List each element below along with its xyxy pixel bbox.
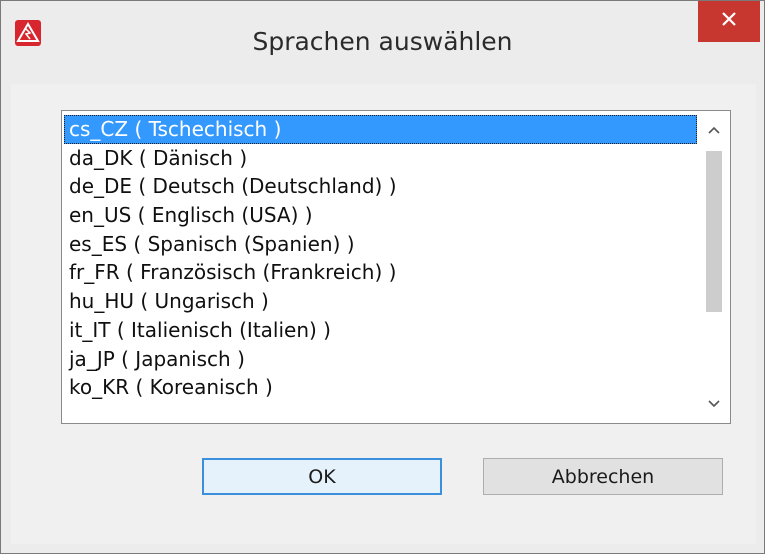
list-item[interactable]: it_IT ( Italienisch (Italien) ) xyxy=(64,316,697,345)
scroll-thumb[interactable] xyxy=(706,151,722,312)
chevron-down-icon xyxy=(707,395,720,413)
chevron-up-icon xyxy=(707,121,720,139)
list-item[interactable]: hu_HU ( Ungarisch ) xyxy=(64,287,697,316)
cancel-button[interactable]: Abbrechen xyxy=(483,458,723,495)
dialog-body: cs_CZ ( Tschechisch ) da_DK ( Dänisch ) … xyxy=(11,84,756,544)
scroll-up-button[interactable] xyxy=(697,116,730,144)
vertical-scrollbar[interactable] xyxy=(697,111,730,423)
window-title: Sprachen auswählen xyxy=(252,27,513,56)
list-item[interactable]: de_DE ( Deutsch (Deutschland) ) xyxy=(64,172,697,201)
title-bar[interactable]: Sprachen auswählen xyxy=(1,1,764,83)
language-list: cs_CZ ( Tschechisch ) da_DK ( Dänisch ) … xyxy=(64,115,697,402)
list-item[interactable]: ko_KR ( Koreanisch ) xyxy=(64,373,697,402)
dialog-window: Sprachen auswählen cs_CZ ( Tschechisch )… xyxy=(0,0,765,554)
list-item[interactable]: ja_JP ( Japanisch ) xyxy=(64,345,697,374)
list-item[interactable]: en_US ( Englisch (USA) ) xyxy=(64,201,697,230)
scroll-down-button[interactable] xyxy=(697,390,730,418)
language-listbox[interactable]: cs_CZ ( Tschechisch ) da_DK ( Dänisch ) … xyxy=(61,110,731,424)
ok-button[interactable]: OK xyxy=(202,458,442,495)
close-icon xyxy=(720,10,738,33)
list-item[interactable]: es_ES ( Spanisch (Spanien) ) xyxy=(64,230,697,259)
list-item[interactable]: da_DK ( Dänisch ) xyxy=(64,144,697,173)
close-button[interactable] xyxy=(698,1,760,42)
list-item[interactable]: fr_FR ( Französisch (Frankreich) ) xyxy=(64,258,697,287)
list-item[interactable]: cs_CZ ( Tschechisch ) xyxy=(64,115,697,144)
